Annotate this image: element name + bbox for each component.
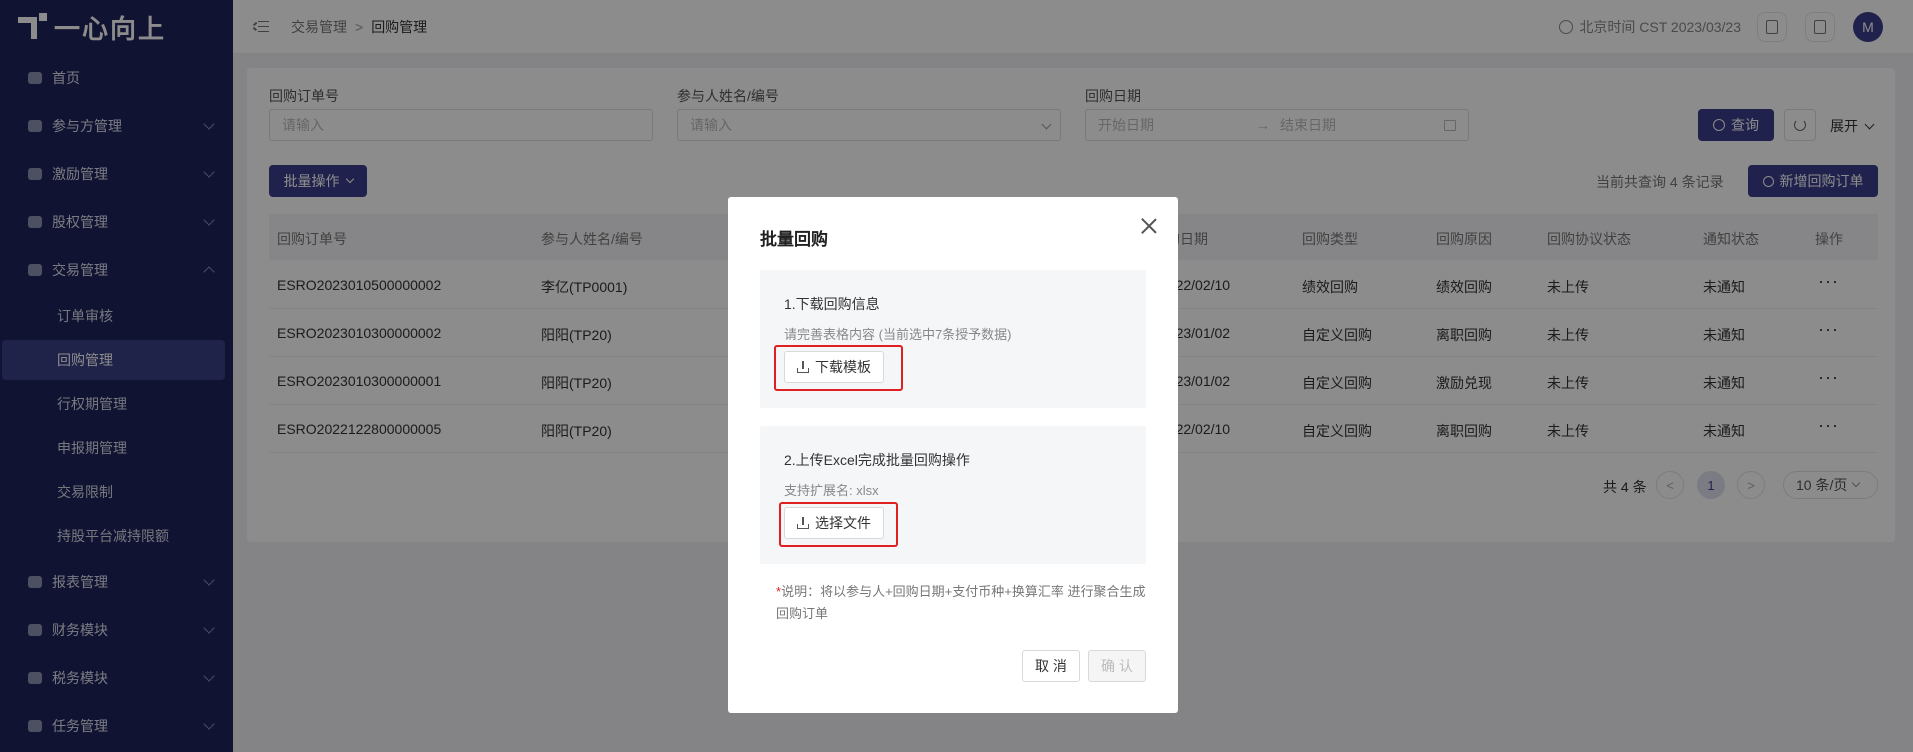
dialog-title: 批量回购: [760, 230, 828, 249]
highlight-box: [779, 502, 898, 547]
batch-buyback-dialog: 批量回购 1.下载回购信息 请完善表格内容 (当前选中7条授予数据) 下载模板 …: [728, 197, 1178, 713]
step1-title: 1.下载回购信息: [784, 296, 880, 312]
cancel-button[interactable]: 取 消: [1022, 650, 1080, 682]
close-icon[interactable]: [1140, 217, 1158, 235]
note-text: 说明：将以参与人+回购日期+支付币种+换算汇率 进行聚合生成回购订单: [776, 584, 1146, 621]
step2-title: 2.上传Excel完成批量回购操作: [784, 452, 970, 468]
step2-description: 支持扩展名: xlsx: [784, 483, 879, 498]
confirm-button[interactable]: 确 认: [1088, 650, 1146, 682]
step1-description: 请完善表格内容 (当前选中7条授予数据): [784, 327, 1012, 342]
download-section: 1.下载回购信息 请完善表格内容 (当前选中7条授予数据) 下载模板: [760, 270, 1146, 408]
dialog-note: *说明：将以参与人+回购日期+支付币种+换算汇率 进行聚合生成回购订单: [776, 581, 1146, 625]
highlight-box: [774, 345, 903, 391]
upload-section: 2.上传Excel完成批量回购操作 支持扩展名: xlsx 选择文件: [760, 426, 1146, 564]
